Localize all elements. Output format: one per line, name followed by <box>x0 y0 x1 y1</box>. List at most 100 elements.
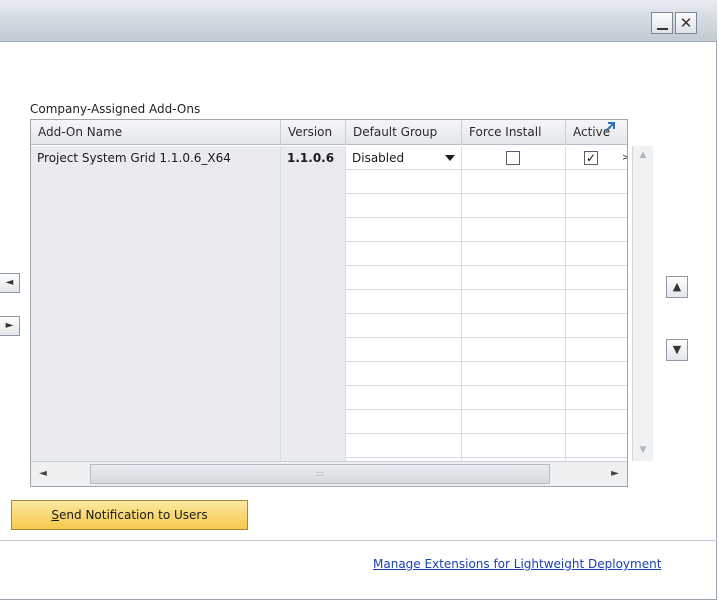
table-cell[interactable] <box>346 362 462 386</box>
table-cell[interactable] <box>462 290 566 314</box>
table-cell <box>281 170 346 194</box>
table-cell[interactable] <box>346 266 462 290</box>
scroll-right-icon[interactable]: ► <box>607 466 623 482</box>
table-cell[interactable] <box>566 170 627 194</box>
force-install-cell[interactable] <box>462 146 566 170</box>
table-cell[interactable] <box>566 218 627 242</box>
table-cell[interactable] <box>462 218 566 242</box>
empty-table-row[interactable] <box>31 338 627 362</box>
move-up-button[interactable]: ▲ <box>666 276 688 298</box>
table-cell[interactable] <box>462 410 566 434</box>
table-cell[interactable] <box>462 314 566 338</box>
empty-table-row[interactable] <box>31 362 627 386</box>
addon-name-cell: Project System Grid 1.1.0.6_X64 <box>31 146 281 170</box>
horizontal-scrollbar[interactable]: ◄ ::: ► <box>31 461 627 486</box>
table-cell[interactable] <box>566 266 627 290</box>
table-cell <box>31 290 281 314</box>
table-cell[interactable] <box>462 194 566 218</box>
table-cell[interactable] <box>462 242 566 266</box>
empty-table-row[interactable] <box>31 314 627 338</box>
table-cell <box>31 266 281 290</box>
empty-table-row[interactable] <box>31 386 627 410</box>
horizontal-scroll-thumb[interactable]: ::: <box>90 464 550 484</box>
empty-table-row[interactable] <box>31 194 627 218</box>
scroll-up-icon[interactable]: ▲ <box>635 148 651 162</box>
table-cell[interactable] <box>346 314 462 338</box>
table-cell[interactable] <box>566 242 627 266</box>
empty-table-row[interactable] <box>31 290 627 314</box>
table-cell[interactable] <box>346 386 462 410</box>
table-cell[interactable] <box>566 194 627 218</box>
table-cell[interactable] <box>566 362 627 386</box>
table-row[interactable]: Project System Grid 1.1.0.6_X64 1.1.0.6 Di… <box>31 146 627 170</box>
company-addons-grid[interactable]: Add-On Name Version Default Group Force … <box>30 119 628 487</box>
minimize-button[interactable] <box>651 12 673 34</box>
table-cell[interactable] <box>346 242 462 266</box>
active-checkbox[interactable]: ✓ <box>584 151 598 165</box>
move-down-button[interactable]: ▼ <box>666 339 688 361</box>
table-cell[interactable] <box>346 170 462 194</box>
table-cell[interactable] <box>346 290 462 314</box>
table-cell[interactable] <box>346 194 462 218</box>
move-right-button[interactable]: ► <box>0 316 20 336</box>
default-group-select[interactable]: Disabled <box>346 146 462 170</box>
table-cell <box>281 410 346 434</box>
table-cell <box>281 386 346 410</box>
table-cell[interactable] <box>566 386 627 410</box>
footer-divider <box>0 540 717 541</box>
arrow-down-icon: ▼ <box>672 343 682 356</box>
column-header-force-install[interactable]: Force Install <box>462 120 566 145</box>
table-cell <box>31 362 281 386</box>
table-cell[interactable] <box>566 434 627 458</box>
table-cell[interactable] <box>346 434 462 458</box>
table-cell <box>281 314 346 338</box>
table-cell <box>31 338 281 362</box>
column-header-active[interactable]: Active <box>566 120 627 145</box>
expand-arrow-icon[interactable] <box>603 120 617 134</box>
default-group-value: Disabled <box>352 151 405 165</box>
move-left-button[interactable]: ◄ <box>0 273 20 293</box>
table-cell <box>281 218 346 242</box>
table-cell[interactable] <box>462 362 566 386</box>
table-cell[interactable] <box>346 338 462 362</box>
empty-table-row[interactable] <box>31 434 627 458</box>
addon-dialog-window: ✕ Company-Assigned Add-Ons Add-On Name V… <box>0 0 717 600</box>
table-cell[interactable] <box>462 386 566 410</box>
vertical-scrollbar[interactable]: ▲ ▼ <box>632 146 653 461</box>
close-button[interactable]: ✕ <box>675 12 697 34</box>
force-install-checkbox[interactable] <box>506 151 520 165</box>
empty-table-row[interactable] <box>31 410 627 434</box>
table-cell[interactable] <box>462 338 566 362</box>
company-addons-label: Company-Assigned Add-Ons <box>30 102 201 116</box>
column-header-addon-name[interactable]: Add-On Name <box>31 120 281 145</box>
empty-table-row[interactable] <box>31 266 627 290</box>
table-cell <box>31 434 281 458</box>
overflow-indicator: > <box>622 146 627 170</box>
table-cell[interactable] <box>566 410 627 434</box>
empty-table-row[interactable] <box>31 170 627 194</box>
column-header-version[interactable]: Version <box>281 120 346 145</box>
empty-table-row[interactable] <box>31 242 627 266</box>
arrow-left-icon: ◄ <box>5 277 14 288</box>
dropdown-arrow-icon[interactable] <box>445 155 455 161</box>
table-cell[interactable] <box>566 314 627 338</box>
empty-table-row[interactable] <box>31 218 627 242</box>
table-cell[interactable] <box>346 218 462 242</box>
table-cell <box>281 434 346 458</box>
table-cell[interactable] <box>566 290 627 314</box>
active-cell[interactable]: ✓> <box>566 146 627 170</box>
table-cell[interactable] <box>346 410 462 434</box>
table-cell[interactable] <box>462 266 566 290</box>
send-notification-mnemonic: S <box>51 508 60 522</box>
column-header-default-group[interactable]: Default Group <box>346 120 462 145</box>
manage-extensions-link[interactable]: Manage Extensions for Lightweight Deploy… <box>373 557 661 571</box>
scroll-left-icon[interactable]: ◄ <box>35 466 51 482</box>
table-cell[interactable] <box>462 434 566 458</box>
table-cell[interactable] <box>566 338 627 362</box>
table-cell <box>31 410 281 434</box>
close-icon: ✕ <box>679 13 693 32</box>
scroll-down-icon[interactable]: ▼ <box>635 443 651 457</box>
send-notification-button[interactable]: Send Notification to Users <box>11 500 248 530</box>
table-cell <box>31 314 281 338</box>
table-cell[interactable] <box>462 170 566 194</box>
